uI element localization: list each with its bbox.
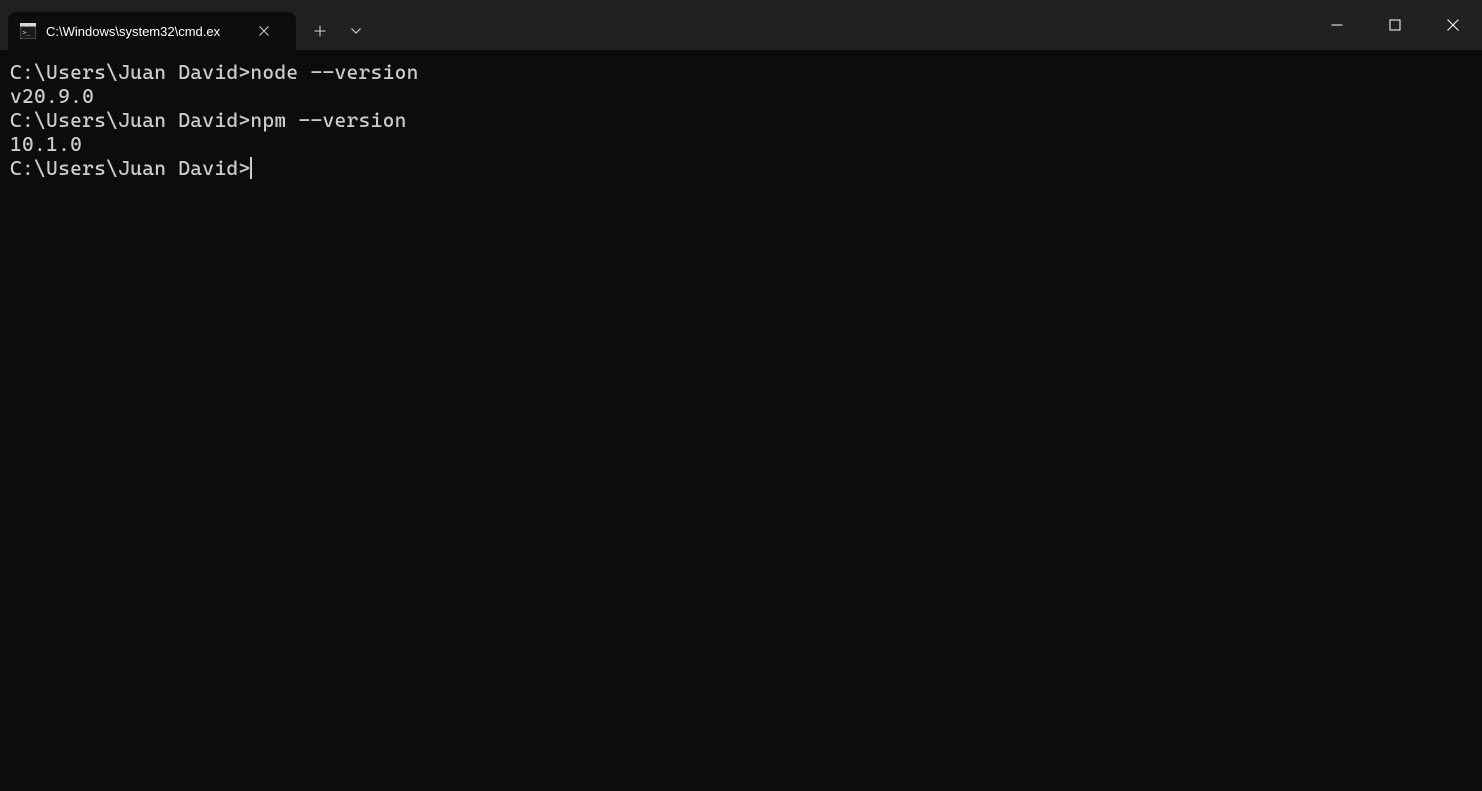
terminal-line: v20.9.0 [10, 84, 1472, 108]
terminal-line: C:\Users\Juan David>npm --version [10, 108, 1472, 132]
terminal-prompt: C:\Users\Juan David> [10, 156, 250, 180]
terminal-line: C:\Users\Juan David>node --version [10, 60, 1472, 84]
tabs-area: >_ C:\Windows\system32\cmd.ex [0, 0, 374, 50]
cmd-icon: >_ [20, 23, 36, 39]
terminal-line: 10.1.0 [10, 132, 1472, 156]
maximize-button[interactable] [1366, 0, 1424, 50]
tab-dropdown-button[interactable] [338, 13, 374, 49]
maximize-icon [1389, 19, 1401, 31]
chevron-down-icon [350, 25, 362, 37]
new-tab-button[interactable] [302, 13, 338, 49]
plus-icon [314, 25, 326, 37]
tab-close-button[interactable] [254, 21, 274, 41]
close-button[interactable] [1424, 0, 1482, 50]
window-controls [1308, 0, 1482, 50]
tab-title: C:\Windows\system32\cmd.ex [46, 24, 246, 39]
terminal-prompt-line: C:\Users\Juan David> [10, 156, 1472, 180]
minimize-icon [1331, 19, 1343, 31]
close-icon [1447, 19, 1459, 31]
tab-active[interactable]: >_ C:\Windows\system32\cmd.ex [8, 12, 296, 50]
svg-text:>_: >_ [23, 29, 31, 37]
terminal-output[interactable]: C:\Users\Juan David>node --versionv20.9.… [0, 50, 1482, 791]
terminal-cursor [250, 157, 252, 179]
tab-actions [302, 12, 374, 50]
titlebar: >_ C:\Windows\system32\cmd.ex [0, 0, 1482, 50]
minimize-button[interactable] [1308, 0, 1366, 50]
